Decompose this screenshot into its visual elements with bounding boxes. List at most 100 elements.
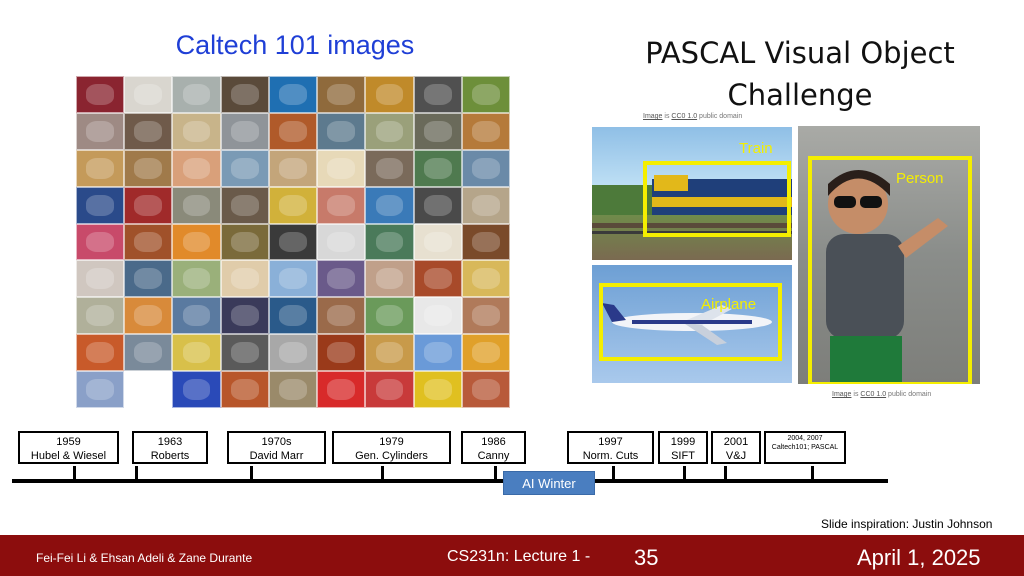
caltech-thumbnail <box>124 149 173 187</box>
caltech-thumbnail <box>365 260 414 298</box>
caltech-thumbnail <box>317 297 366 335</box>
caltech-thumbnail <box>124 297 173 335</box>
timeline-tick <box>724 466 727 480</box>
timeline-event: 1986 Canny <box>461 431 526 464</box>
timeline-event-year: 1970s <box>261 436 292 448</box>
timeline-event-year: 2001 <box>723 436 749 448</box>
image-credit-link[interactable]: Image <box>832 391 851 398</box>
timeline-tick <box>250 466 253 480</box>
ai-winter-label: AI Winter <box>503 471 595 495</box>
caltech-thumbnail <box>461 260 510 298</box>
caltech-thumbnail <box>124 112 173 150</box>
caltech-thumbnail <box>220 334 269 372</box>
timeline-event-name: David Marr <box>249 450 304 462</box>
caltech-thumbnail <box>413 112 462 150</box>
caltech-thumbnail <box>220 186 269 224</box>
timeline-event: 2001 V&J <box>711 431 761 464</box>
image-credit-top: Image is CC0 1.0 public domain <box>643 113 742 120</box>
caltech-thumbnail <box>172 149 221 187</box>
license-link[interactable]: CC0 1.0 <box>860 391 886 398</box>
caltech-thumbnail <box>76 223 125 261</box>
timeline-event: 1970s David Marr <box>227 431 326 464</box>
caltech-thumbnail <box>172 223 221 261</box>
timeline-event-year: 1999 <box>670 436 696 448</box>
airplane-photo: Airplane <box>592 265 792 383</box>
caltech-thumbnail <box>124 371 173 408</box>
timeline-tick <box>135 466 138 480</box>
timeline-event-name: Roberts <box>150 450 190 462</box>
caltech-thumbnail <box>413 297 462 335</box>
caltech-thumbnail <box>413 76 462 113</box>
caltech-thumbnail <box>365 112 414 150</box>
caltech-thumbnail <box>317 223 366 261</box>
caltech-thumbnail <box>76 334 125 372</box>
caltech-thumbnail <box>413 260 462 298</box>
caltech-thumbnail <box>413 223 462 261</box>
caltech-thumbnail <box>124 223 173 261</box>
footer-page-number: 35 <box>634 545 659 570</box>
slide-inspiration-credit: Slide inspiration: Justin Johnson <box>821 517 993 531</box>
caltech-thumbnail <box>461 149 510 187</box>
airplane-bounding-box <box>599 283 782 361</box>
caltech-thumbnail <box>461 112 510 150</box>
caltech-thumbnail <box>268 186 318 224</box>
caltech-thumbnail <box>172 112 221 150</box>
caltech-thumbnail <box>268 76 318 113</box>
caltech-thumbnail <box>461 334 510 372</box>
caltech-thumbnail <box>413 149 462 187</box>
caltech-thumbnail <box>268 223 318 261</box>
caltech-thumbnail <box>76 76 125 113</box>
caltech-thumbnail <box>76 149 125 187</box>
caltech-thumbnail <box>172 76 221 113</box>
caltech-thumbnail <box>317 371 366 408</box>
caltech-thumbnail <box>172 297 221 335</box>
caltech-thumbnail <box>461 186 510 224</box>
caltech-thumbnail <box>76 297 125 335</box>
person-bounding-box <box>808 156 972 384</box>
person-photo: Person <box>798 126 980 384</box>
caltech-thumbnail <box>76 186 125 224</box>
airplane-label: Airplane <box>701 296 757 313</box>
caltech-101-image-grid <box>76 76 510 408</box>
caltech-thumbnail <box>268 260 318 298</box>
timeline-event: 1959 Hubel & Wiesel <box>18 431 119 464</box>
timeline-event: 1979 Gen. Cylinders <box>332 431 451 464</box>
footer-course: CS231n: Lecture 1 - <box>447 548 591 565</box>
caltech-thumbnail <box>461 76 510 113</box>
caltech-thumbnail <box>220 149 269 187</box>
image-credit-link[interactable]: Image <box>643 113 662 120</box>
caltech-thumbnail <box>220 297 269 335</box>
caltech-thumbnail <box>413 334 462 372</box>
caltech-thumbnail <box>365 371 414 408</box>
caltech-thumbnail <box>268 371 318 408</box>
caltech-thumbnail <box>124 260 173 298</box>
timeline-axis <box>12 479 888 483</box>
timeline-tick <box>73 466 76 480</box>
caltech-thumbnail <box>365 76 414 113</box>
timeline-tick <box>612 466 615 480</box>
train-label: Train <box>739 140 773 157</box>
caltech-thumbnail <box>461 371 510 408</box>
caltech-thumbnail <box>365 149 414 187</box>
caltech-thumbnail <box>172 186 221 224</box>
caltech-thumbnail <box>172 334 221 372</box>
caltech-thumbnail <box>317 186 366 224</box>
timeline-event-name: V&J <box>725 450 747 462</box>
caltech-thumbnail <box>220 260 269 298</box>
caltech-thumbnail <box>172 371 221 408</box>
timeline-event-year: 1997 <box>598 436 623 448</box>
train-photo: Train <box>592 127 792 260</box>
footer-authors: Fei-Fei Li & Ehsan Adeli & Zane Durante <box>36 551 253 565</box>
timeline-event-name: Norm. Cuts <box>582 450 639 462</box>
caltech-thumbnail <box>317 112 366 150</box>
timeline-event-year: 1959 <box>56 436 81 448</box>
caltech-thumbnail <box>220 76 269 113</box>
timeline-tick <box>811 466 814 480</box>
caltech-thumbnail <box>413 371 462 408</box>
timeline-event-year: 1986 <box>481 436 506 448</box>
license-link[interactable]: CC0 1.0 <box>671 113 697 120</box>
timeline-event-name: SIFT <box>671 450 695 462</box>
timeline-event-name: Caltech101; PASCAL <box>771 444 839 451</box>
caltech-thumbnail <box>268 112 318 150</box>
image-credit-text: public domain <box>886 391 932 398</box>
